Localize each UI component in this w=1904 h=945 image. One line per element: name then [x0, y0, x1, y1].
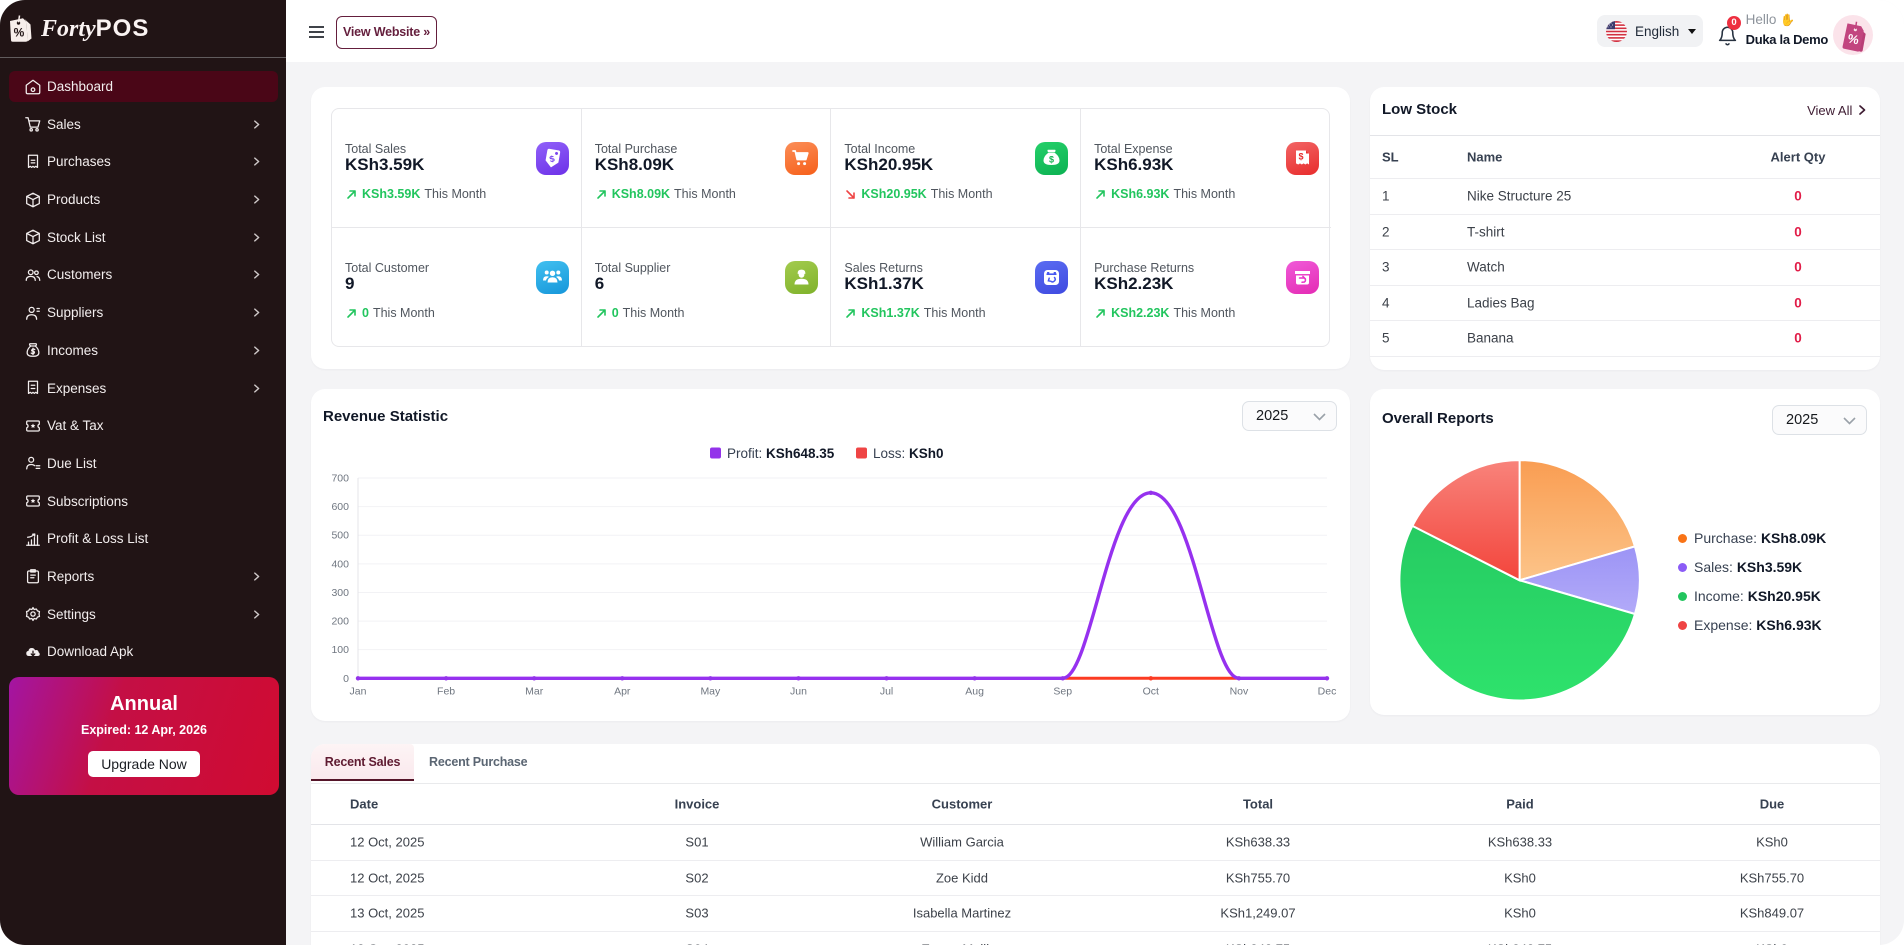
- svg-text:0: 0: [343, 673, 349, 685]
- svg-text:Jun: Jun: [790, 685, 807, 697]
- svg-text:100: 100: [331, 644, 349, 656]
- svg-text:Feb: Feb: [437, 685, 455, 697]
- svg-text:Profit: KSh648.35: Profit: KSh648.35: [727, 446, 835, 461]
- svg-text:700: 700: [331, 473, 349, 485]
- svg-text:600: 600: [331, 501, 349, 513]
- svg-text:May: May: [700, 685, 721, 697]
- svg-text:200: 200: [331, 616, 349, 628]
- svg-text:Loss: KSh0: Loss: KSh0: [873, 446, 944, 461]
- svg-text:300: 300: [331, 587, 349, 599]
- svg-text:400: 400: [331, 558, 349, 570]
- svg-text:Mar: Mar: [525, 685, 544, 697]
- svg-text:Aug: Aug: [965, 685, 984, 697]
- svg-text:Nov: Nov: [1230, 685, 1249, 697]
- svg-text:500: 500: [331, 530, 349, 542]
- svg-text:$: $: [1298, 152, 1303, 162]
- svg-text:Sep: Sep: [1053, 685, 1072, 697]
- svg-text:Dec: Dec: [1318, 685, 1337, 697]
- svg-text:Jul: Jul: [880, 685, 893, 697]
- svg-text:Apr: Apr: [614, 685, 631, 697]
- svg-text:%: %: [14, 26, 25, 40]
- svg-text:$: $: [1049, 155, 1054, 165]
- svg-text:Oct: Oct: [1143, 685, 1159, 697]
- svg-text:Jan: Jan: [350, 685, 367, 697]
